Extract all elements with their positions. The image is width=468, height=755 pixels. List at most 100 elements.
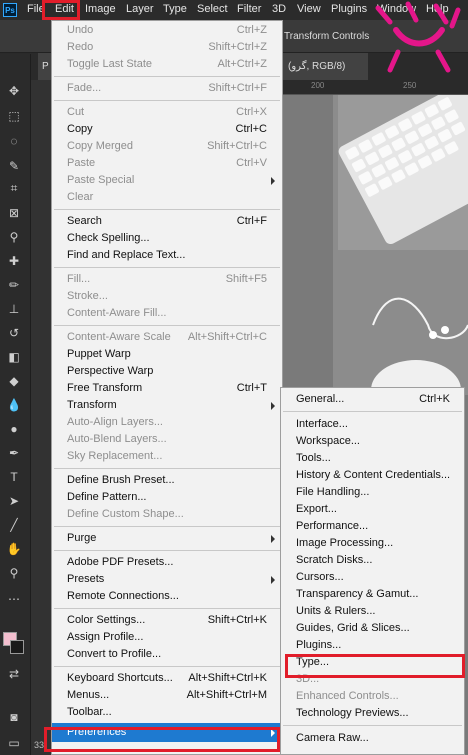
brush-tool-icon[interactable]: ✏ — [4, 276, 24, 294]
healing-brush-tool-icon[interactable]: ✚ — [4, 252, 24, 270]
quick-selection-tool-icon[interactable]: ✎ — [4, 157, 24, 175]
menu-separator — [54, 666, 280, 667]
edit-menu-item-color-settings[interactable]: Color Settings... Shift+Ctrl+K — [52, 612, 282, 629]
edit-menu-item-cut[interactable]: Cut Ctrl+X — [52, 104, 282, 121]
preferences-item-plugins[interactable]: Plugins... — [281, 637, 464, 654]
edit-menu-item-puppet-warp[interactable]: Puppet Warp — [52, 346, 282, 363]
menu-type[interactable]: Type — [163, 3, 187, 15]
edit-menu-item-copy[interactable]: Copy Ctrl+C — [52, 121, 282, 138]
eyedropper-tool-icon[interactable]: ⚲ — [4, 228, 24, 246]
edit-menu-item-content-aware-scale[interactable]: Content-Aware Scale Alt+Shift+Ctrl+C — [52, 329, 282, 346]
preferences-item-image-processing[interactable]: Image Processing... — [281, 535, 464, 552]
edit-menu-item-paste[interactable]: Paste Ctrl+V — [52, 155, 282, 172]
lasso-tool-icon[interactable]: ◌ — [4, 132, 24, 150]
preferences-item-cursors[interactable]: Cursors... — [281, 569, 464, 586]
preferences-item-export[interactable]: Export... — [281, 501, 464, 518]
submenu-arrow-icon — [271, 177, 275, 185]
preferences-item-file-handling[interactable]: File Handling... — [281, 484, 464, 501]
edit-menu-item-convert-to-profile[interactable]: Convert to Profile... — [52, 646, 282, 663]
edit-menu-item-toggle-last-state[interactable]: Toggle Last State Alt+Ctrl+Z — [52, 56, 282, 73]
preferences-item-interface[interactable]: Interface... — [281, 416, 464, 433]
preferences-item-enhanced-controls[interactable]: Enhanced Controls... — [281, 688, 464, 705]
edit-menu-item-clear[interactable]: Clear — [52, 189, 282, 206]
quick-mask-icon[interactable]: ◙ — [4, 708, 24, 726]
crop-tool-icon[interactable]: ⌗ — [4, 179, 24, 197]
preferences-item-tools[interactable]: Tools... — [281, 450, 464, 467]
edit-menu-item-paste-special[interactable]: Paste Special — [52, 172, 282, 189]
move-tool-icon[interactable]: ✥ — [4, 82, 24, 100]
preferences-item-technology-previews[interactable]: Technology Previews... — [281, 705, 464, 722]
eraser-tool-icon[interactable]: ◧ — [4, 348, 24, 366]
marquee-tool-icon[interactable]: ⬚ — [4, 107, 24, 125]
more-tools-icon[interactable]: ⋯ — [4, 590, 24, 608]
edit-menu-item-undo[interactable]: Undo Ctrl+Z — [52, 22, 282, 39]
menu-3d[interactable]: 3D — [272, 3, 286, 15]
edit-menu-item-menus[interactable]: Menus... Alt+Shift+Ctrl+M — [52, 687, 282, 704]
edit-menu-item-perspective-warp[interactable]: Perspective Warp — [52, 363, 282, 380]
menu-item-label: Guides, Grid & Slices... — [296, 622, 410, 634]
history-brush-tool-icon[interactable]: ↺ — [4, 324, 24, 342]
edit-menu-item-assign-profile[interactable]: Assign Profile... — [52, 629, 282, 646]
preferences-item-camera-raw[interactable]: Camera Raw... — [281, 730, 464, 747]
preferences-item-scratch-disks[interactable]: Scratch Disks... — [281, 552, 464, 569]
menu-item-label: Puppet Warp — [67, 348, 131, 360]
menu-item-label: Export... — [296, 503, 337, 515]
edit-menu-item-auto-align-layers[interactable]: Auto-Align Layers... — [52, 414, 282, 431]
screen-mode-icon[interactable]: ▭ — [4, 734, 24, 752]
edit-menu-item-remote-connections[interactable]: Remote Connections... — [52, 588, 282, 605]
edit-menu-item-define-pattern[interactable]: Define Pattern... — [52, 489, 282, 506]
preferences-item-transparency-gamut[interactable]: Transparency & Gamut... — [281, 586, 464, 603]
menu-item-label: Stroke... — [67, 290, 108, 302]
edit-menu-item-copy-merged[interactable]: Copy Merged Shift+Ctrl+C — [52, 138, 282, 155]
menu-item-label: Free Transform — [67, 382, 143, 394]
menu-view[interactable]: View — [297, 3, 321, 15]
preferences-item-guides-grid-slices[interactable]: Guides, Grid & Slices... — [281, 620, 464, 637]
menu-select[interactable]: Select — [197, 3, 228, 15]
preferences-item-general[interactable]: General... Ctrl+K — [281, 391, 464, 408]
menu-item-label: Perspective Warp — [67, 365, 154, 377]
edit-menu-item-transform[interactable]: Transform — [52, 397, 282, 414]
edit-menu-item-define-custom-shape[interactable]: Define Custom Shape... — [52, 506, 282, 523]
edit-menu-item-search[interactable]: Search Ctrl+F — [52, 213, 282, 230]
menu-plugins[interactable]: Plugins — [331, 3, 367, 15]
zoom-tool-icon[interactable]: ⚲ — [4, 564, 24, 582]
clone-stamp-tool-icon[interactable]: ⊥ — [4, 300, 24, 318]
edit-menu-item-free-transform[interactable]: Free Transform Ctrl+T — [52, 380, 282, 397]
menu-item-label: Technology Previews... — [296, 707, 409, 719]
preferences-item-units-rulers[interactable]: Units & Rulers... — [281, 603, 464, 620]
edit-menu-item-check-spelling[interactable]: Check Spelling... — [52, 230, 282, 247]
edit-menu-item-fade[interactable]: Fade... Shift+Ctrl+F — [52, 80, 282, 97]
edit-menu-item-sky-replacement[interactable]: Sky Replacement... — [52, 448, 282, 465]
preferences-item-history-content-credentials[interactable]: History & Content Credentials... — [281, 467, 464, 484]
edit-menu-item-define-brush-preset[interactable]: Define Brush Preset... — [52, 472, 282, 489]
paint-bucket-tool-icon[interactable]: ◆ — [4, 372, 24, 390]
edit-menu-item-fill[interactable]: Fill... Shift+F5 — [52, 271, 282, 288]
edit-menu-item-toolbar[interactable]: Toolbar... — [52, 704, 282, 721]
dodge-tool-icon[interactable]: ● — [4, 420, 24, 438]
edit-menu-item-find-and-replace-text[interactable]: Find and Replace Text... — [52, 247, 282, 264]
menu-image[interactable]: Image — [85, 3, 116, 15]
edit-menu-item-keyboard-shortcuts[interactable]: Keyboard Shortcuts... Alt+Shift+Ctrl+K — [52, 670, 282, 687]
frame-tool-icon[interactable]: ⊠ — [4, 204, 24, 222]
edit-menu-item-adobe-pdf-presets[interactable]: Adobe PDF Presets... — [52, 554, 282, 571]
edit-menu-item-purge[interactable]: Purge — [52, 530, 282, 547]
edit-menu-item-content-aware-fill[interactable]: Content-Aware Fill... — [52, 305, 282, 322]
type-tool-icon[interactable]: T — [4, 468, 24, 486]
edit-menu-item-presets[interactable]: Presets — [52, 571, 282, 588]
transform-controls-label[interactable]: Transform Controls — [284, 31, 369, 42]
path-selection-tool-icon[interactable]: ➤ — [4, 492, 24, 510]
edit-menu-item-stroke[interactable]: Stroke... — [52, 288, 282, 305]
edit-toolbar-icon[interactable]: ⇄ — [4, 665, 24, 683]
edit-menu-item-redo[interactable]: Redo Shift+Ctrl+Z — [52, 39, 282, 56]
line-tool-icon[interactable]: ╱ — [4, 516, 24, 534]
menu-layer[interactable]: Layer — [126, 3, 154, 15]
preferences-item-workspace[interactable]: Workspace... — [281, 433, 464, 450]
edit-menu-item-auto-blend-layers[interactable]: Auto-Blend Layers... — [52, 431, 282, 448]
menu-filter[interactable]: Filter — [237, 3, 261, 15]
blur-tool-icon[interactable]: 💧 — [4, 396, 24, 414]
pen-tool-icon[interactable]: ✒ — [4, 444, 24, 462]
background-color-swatch[interactable] — [10, 640, 24, 654]
preferences-item-performance[interactable]: Performance... — [281, 518, 464, 535]
menu-item-label: Enhanced Controls... — [296, 690, 399, 702]
hand-tool-icon[interactable]: ✋ — [4, 540, 24, 558]
